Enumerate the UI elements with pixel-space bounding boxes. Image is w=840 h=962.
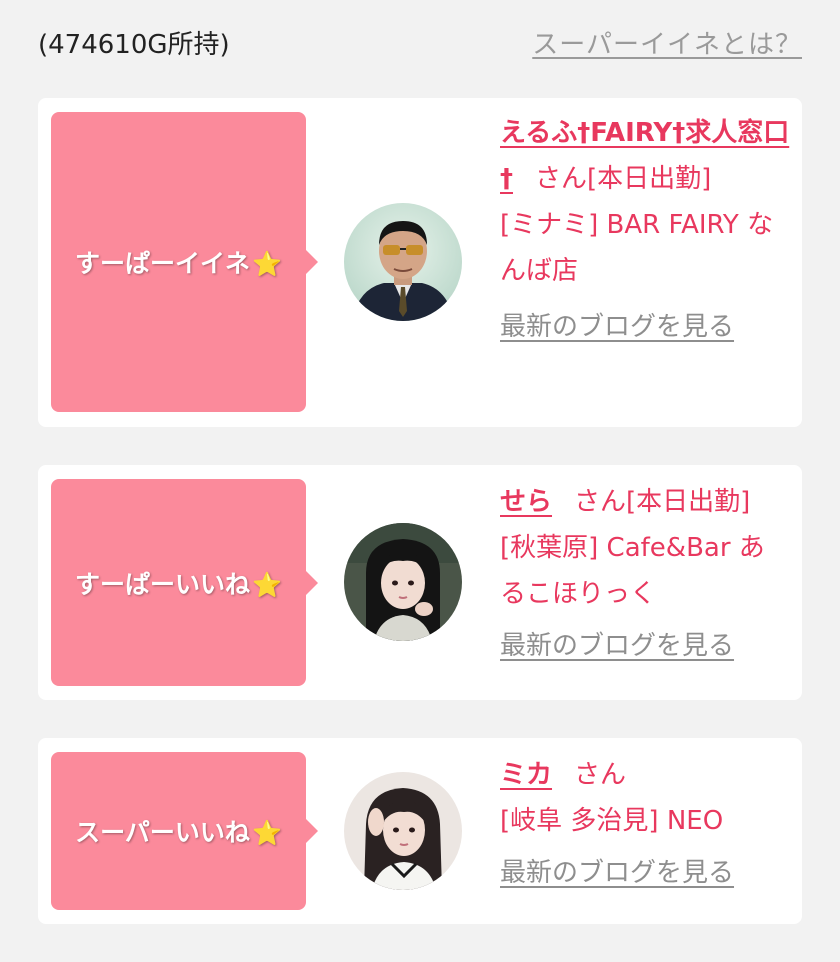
cast-info: えるふ†FAIRY†求人窓口† さん[本日出勤] [ミナミ] BAR FAIRY … bbox=[500, 110, 790, 350]
cast-info: ミカ さん [岐阜 多治見] NEO 最新のブログを見る bbox=[500, 752, 790, 896]
cast-avatar[interactable] bbox=[344, 523, 462, 641]
honorific: さん bbox=[535, 164, 588, 194]
badge-label: すーぱーイイネ⭐ bbox=[75, 249, 282, 278]
star-icon: ⭐ bbox=[251, 819, 282, 847]
badge-label: スーパーいいね⭐ bbox=[75, 818, 282, 847]
honorific: さん bbox=[574, 487, 627, 517]
cast-name-link[interactable]: せら bbox=[500, 487, 552, 517]
badge-label: すーぱーいいね⭐ bbox=[75, 569, 282, 599]
latest-blog-link[interactable]: 最新のブログを見る bbox=[500, 850, 734, 896]
star-icon: ⭐ bbox=[252, 570, 282, 599]
super-like-card: スーパーいいね⭐ ミカ さん [岐阜 多治見] NEO 最新のブログを見る bbox=[38, 738, 802, 924]
cast-info: せら さん[本日出勤] [秋葉原] Cafe&Bar あるこほりっく 最新のブログ… bbox=[500, 479, 790, 669]
shop-name: [ミナミ] BAR FAIRY なんば店 bbox=[500, 210, 774, 286]
cast-avatar[interactable] bbox=[344, 772, 462, 890]
points-balance: (474610G所持) bbox=[38, 29, 230, 60]
super-like-card: すーぱーいいね⭐ せら さん[本日出勤] [秋葉原] Cafe&Bar あるこほり… bbox=[38, 465, 802, 700]
cast-avatar[interactable] bbox=[344, 203, 462, 321]
attendance-status: [本日出勤] bbox=[626, 487, 751, 517]
shop-name: [岐阜 多治見] NEO bbox=[500, 806, 724, 836]
shop-name: [秋葉原] Cafe&Bar あるこほりっく bbox=[500, 533, 765, 609]
super-like-history-page: (474610G所持) スーパーイイネとは？ すーぱーイイネ⭐ えるふ†FAIR… bbox=[0, 0, 840, 962]
super-like-badge: すーぱーイイネ⭐ bbox=[51, 112, 318, 412]
latest-blog-link[interactable]: 最新のブログを見る bbox=[500, 623, 734, 669]
super-like-badge: すーぱーいいね⭐ bbox=[51, 479, 318, 686]
about-super-like-link[interactable]: スーパーイイネとは？ bbox=[532, 24, 802, 61]
star-icon: ⭐ bbox=[252, 250, 282, 278]
latest-blog-link[interactable]: 最新のブログを見る bbox=[500, 304, 734, 350]
super-like-card: すーぱーイイネ⭐ えるふ†FAIRY†求人窓口† さん[本日出勤] [ミナミ] … bbox=[38, 98, 802, 427]
header-bar: (474610G所持) スーパーイイネとは？ bbox=[38, 22, 802, 62]
honorific: さん bbox=[574, 760, 627, 790]
super-like-badge: スーパーいいね⭐ bbox=[51, 752, 318, 910]
cast-name-link[interactable]: ミカ bbox=[500, 760, 552, 790]
attendance-status: [本日出勤] bbox=[587, 164, 712, 194]
